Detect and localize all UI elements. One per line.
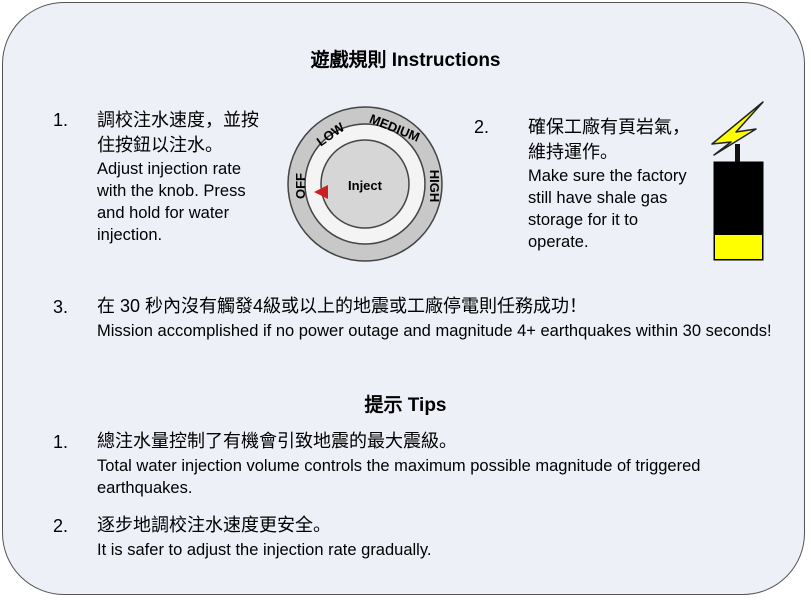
rule-2-en: Make sure the factory still have shale g… <box>528 167 687 251</box>
instructions-title: 遊戲規則 Instructions <box>310 50 501 71</box>
shale-gas-storage-gauge <box>711 101 764 261</box>
tip-2-en: It is safer to adjust the injection rate… <box>97 541 432 559</box>
rule-1-en: Adjust injection rate with the knob. Pre… <box>97 160 246 244</box>
tip-1-zh: 總注水量控制了有機會引致地震的最大震級。 <box>97 431 457 451</box>
rule-3-zh: 在 30 秒內沒有觸發4級或以上的地震或工廠停電則任務成功！ <box>97 296 588 316</box>
gauge-fill-level <box>715 235 762 259</box>
tip-2-number: 2. <box>53 516 69 536</box>
rule-3: 在 30 秒內沒有觸發4級或以上的地震或工廠停電則任務成功！ Mission a… <box>97 294 787 342</box>
rule-2-number: 2. <box>474 117 490 137</box>
knob-setting-high: HIGH <box>427 170 442 203</box>
tip-1: 總注水量控制了有機會引致地震的最大震級。 Total water injecti… <box>97 429 787 499</box>
tip-1-en: Total water injection volume controls th… <box>97 457 701 497</box>
inject-button-label: Inject <box>348 178 383 193</box>
rule-2-zh: 確保工廠有頁岩氣，維持運作。 <box>528 117 690 162</box>
rule-2: 確保工廠有頁岩氣，維持運作。 Make sure the factory sti… <box>528 115 700 253</box>
rule-3-en: Mission accomplished if no power outage … <box>97 322 772 340</box>
knob-setting-off: OFF <box>293 173 308 199</box>
tip-2: 逐步地調校注水速度更安全。 It is safer to adjust the … <box>97 513 787 561</box>
rule-1-number: 1. <box>53 110 69 130</box>
tip-1-number: 1. <box>53 432 69 452</box>
gauge-terminal <box>735 144 740 162</box>
rule-1-zh: 調校注水速度，並按住按鈕以注水。 <box>97 110 259 155</box>
injection-rate-knob[interactable]: Inject OFF LOW MEDIUM HIGH <box>283 104 451 266</box>
rule-3-number: 3. <box>53 297 69 317</box>
rule-1: 調校注水速度，並按住按鈕以注水。 Adjust injection rate w… <box>97 108 265 246</box>
tips-title: 提示 Tips <box>364 395 447 416</box>
tip-2-zh: 逐步地調校注水速度更安全。 <box>97 515 331 535</box>
